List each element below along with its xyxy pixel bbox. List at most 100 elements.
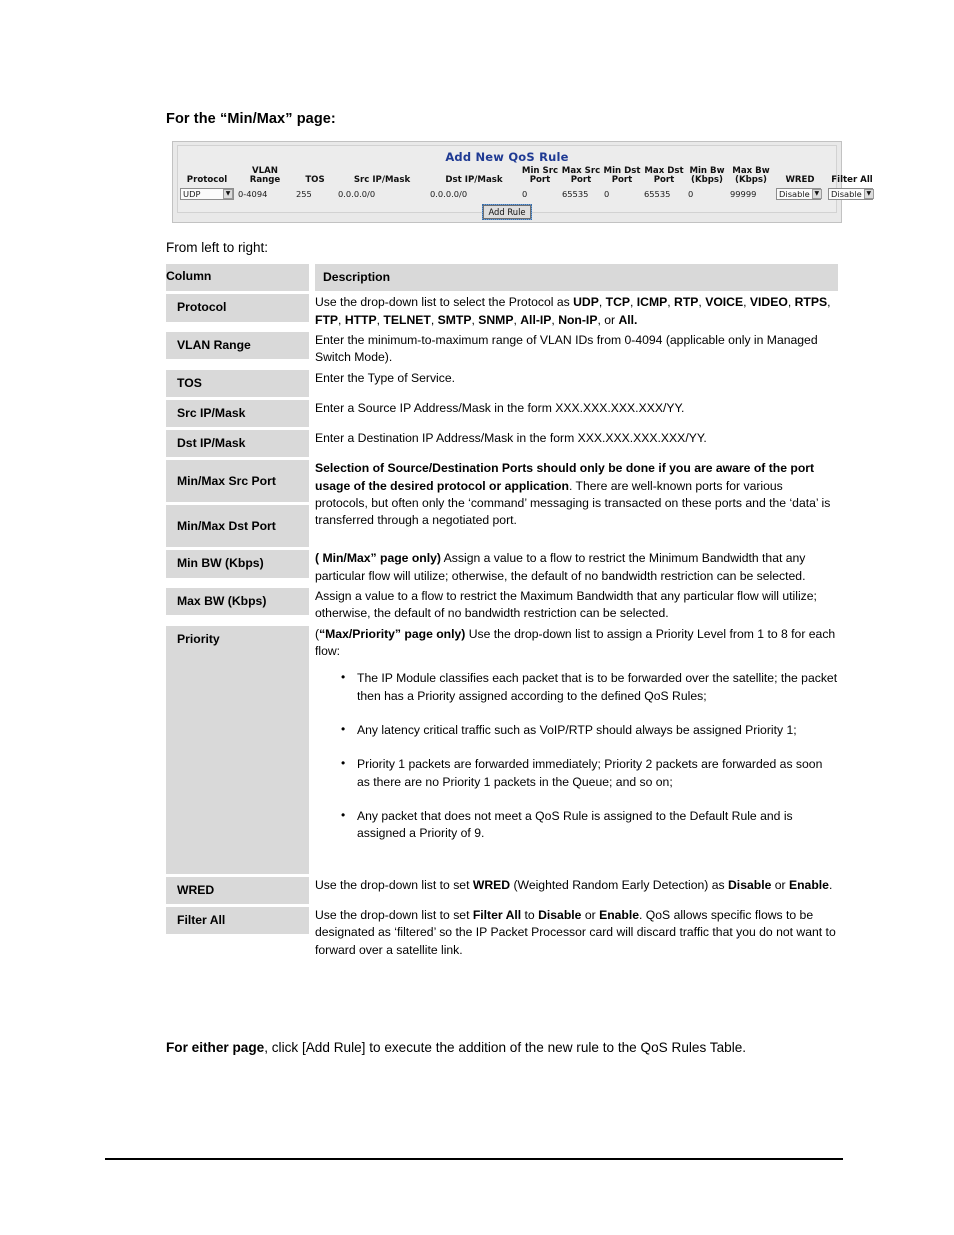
max-bw-input[interactable]: 99999	[728, 187, 774, 200]
term-label: Min/Max Src Port	[166, 460, 309, 503]
term-label: Max BW (Kbps)	[166, 588, 309, 616]
term-label: WRED	[166, 876, 309, 904]
footer-divider	[105, 1158, 843, 1160]
qos-col-dst-ip-mask: Dst IP/Mask	[445, 175, 503, 186]
term-cell: Src IP/Mask	[166, 399, 309, 428]
document-page: For the “Min/Max” page: Add New QoS Rule…	[0, 0, 954, 1235]
table-row: Priority (“Max/Priority” page only) Use t…	[166, 625, 838, 874]
term-cell: Min BW (Kbps)	[166, 550, 309, 585]
qos-col-filter-all: Filter All	[831, 175, 873, 186]
description-cell: Enter the Type of Service.	[315, 369, 838, 397]
column-description-table: Column Description Protocol Use the drop-do…	[166, 264, 838, 959]
term-cell: Dst IP/Mask	[166, 430, 309, 458]
list-item: Any packet that does not meet a QoS Rule…	[341, 807, 838, 843]
qos-col-wred: WRED	[785, 175, 815, 186]
table-row: TOS Enter the Type of Service.	[166, 369, 838, 397]
dst-ip-mask-input[interactable]: 0.0.0.0/0	[428, 187, 520, 200]
description-bullet-list: The IP Module classifies each packet tha…	[315, 669, 838, 843]
protocol-select[interactable]: UDP ▼	[180, 188, 234, 201]
list-item: The IP Module classifies each packet tha…	[341, 669, 838, 705]
table-row: VLAN Range Enter the minimum-to-maximum r…	[166, 331, 838, 367]
term-cell: Min/Max Src Port Min/Max Dst Port	[166, 460, 309, 548]
qos-col-src-ip-mask: Src IP/Mask	[353, 175, 411, 186]
qos-panel-title: Add New QoS Rule	[445, 150, 569, 164]
chevron-down-icon[interactable]: ▼	[863, 189, 874, 200]
chevron-down-icon[interactable]: ▼	[223, 189, 233, 200]
min-src-port-input[interactable]: 0	[520, 187, 560, 200]
description-text: Assign a value to a flow to restrict the…	[315, 589, 817, 621]
min-dst-port-input[interactable]: 0	[602, 187, 642, 200]
wred-select[interactable]: Disable ▼	[776, 188, 822, 201]
term-label: Protocol	[166, 294, 309, 322]
qos-col-min-src-port: Min Src Port	[521, 166, 559, 186]
qos-col-min-bw: Min Bw (Kbps)	[689, 166, 725, 186]
description-cell: (“Max/Priority” page only) Use the drop-…	[315, 625, 838, 874]
table-row: Filter All Use the drop-down list to set …	[166, 906, 838, 959]
term-cell: Max BW (Kbps)	[166, 588, 309, 623]
table-row: Dst IP/Mask Enter a Destination IP Addres…	[166, 430, 838, 458]
page-heading: For the “Min/Max” page:	[166, 111, 336, 127]
table-row: Src IP/Mask Enter a Source IP Address/Mas…	[166, 399, 838, 428]
term-label: Filter All	[166, 906, 309, 935]
description-cell: Use the drop-down list to select the Pro…	[315, 294, 838, 329]
qos-col-max-dst-port: Max Dst Port	[644, 166, 684, 186]
tos-input[interactable]: 255	[294, 187, 336, 200]
list-item: Any latency critical traffic such as VoI…	[341, 721, 838, 739]
description-cell: Enter a Source IP Address/Mask in the fo…	[315, 399, 838, 428]
term-label: VLAN Range	[166, 331, 309, 360]
term-cell: VLAN Range	[166, 331, 309, 367]
term-cell: TOS	[166, 369, 309, 397]
description-cell: Assign a value to a flow to restrict the…	[315, 588, 838, 623]
description-cell: Selection of Source/Destination Ports sh…	[315, 460, 838, 548]
list-item: Priority 1 packets are forwarded immedia…	[341, 755, 838, 791]
header-description: Description	[315, 264, 838, 292]
qos-value-row: UDP ▼ 0-4094 255 0.0.0.0/0 0.0.0.0/0 0 6…	[178, 187, 878, 201]
min-bw-input[interactable]: 0	[686, 187, 728, 200]
term-label: Priority	[166, 625, 309, 874]
src-ip-mask-input[interactable]: 0.0.0.0/0	[336, 187, 428, 200]
description-text: Enter a Destination IP Address/Mask in t…	[315, 431, 707, 446]
term-cell: Priority	[166, 625, 309, 874]
description-text: Use the drop-down list to set Filter All…	[315, 907, 836, 957]
qos-col-max-src-port: Max Src Port	[561, 166, 601, 186]
filter-all-select-value: Disable	[831, 189, 862, 200]
description-cell: Use the drop-down list to set WRED (Weig…	[315, 876, 838, 904]
term-label: Min/Max Dst Port	[166, 505, 309, 548]
header-column: Column	[166, 264, 309, 292]
qos-col-min-dst-port: Min Dst Port	[603, 166, 641, 186]
chevron-down-icon[interactable]: ▼	[811, 189, 822, 200]
qos-form-table: Protocol VLAN Range TOS Src IP/Mask Dst …	[178, 166, 874, 201]
qos-col-protocol: Protocol	[186, 175, 228, 186]
table-row: Max BW (Kbps) Assign a value to a flow to…	[166, 588, 838, 623]
description-cell: ( Min/Max” page only) Assign a value to …	[315, 550, 838, 586]
description-text: Enter the minimum-to-maximum range of VL…	[315, 332, 818, 365]
max-dst-port-input[interactable]: 65535	[642, 187, 686, 200]
filter-all-select[interactable]: Disable ▼	[828, 188, 874, 201]
max-src-port-input[interactable]: 65535	[560, 187, 602, 200]
table-row: Min BW (Kbps)( Min/Max” page only) Assig…	[166, 550, 838, 586]
term-label: Dst IP/Mask	[166, 430, 309, 458]
qos-col-vlan-range: VLAN Range	[249, 166, 281, 186]
description-text: ( Min/Max” page only) Assign a value to …	[315, 551, 806, 583]
add-rule-button[interactable]: Add Rule	[482, 204, 532, 220]
vlan-range-input[interactable]: 0-4094	[236, 187, 294, 200]
column-description-body: Column Description Protocol Use the drop-do…	[166, 264, 838, 959]
qos-col-max-bw: Max Bw (Kbps)	[732, 166, 770, 186]
wred-select-value: Disable	[779, 189, 810, 200]
protocol-select-value: UDP	[183, 189, 201, 200]
closing-paragraph: For either page, click [Add Rule] to exe…	[166, 1040, 747, 1055]
table-row: Protocol Use the drop-down list to select…	[166, 294, 838, 329]
add-rule-row: Add Rule	[178, 200, 836, 220]
description-cell: Enter the minimum-to-maximum range of VL…	[315, 331, 838, 367]
term-cell: Filter All	[166, 906, 309, 959]
term-cell: Protocol	[166, 294, 309, 329]
description-text: Use the drop-down list to set WRED (Weig…	[315, 877, 833, 892]
qos-rule-screenshot: Add New QoS Rule Protocol VLAN Range TOS…	[172, 141, 874, 223]
term-cell: WRED	[166, 876, 309, 904]
qos-cell-wred: Disable ▼	[774, 187, 826, 201]
table-header-row: Column Description	[166, 264, 838, 292]
term-label: TOS	[166, 369, 309, 397]
qos-cell-filter-all: Disable ▼	[826, 187, 878, 201]
description-text: Enter the Type of Service.	[315, 370, 456, 385]
qos-panel: Add New QoS Rule Protocol VLAN Range TOS…	[177, 145, 874, 220]
